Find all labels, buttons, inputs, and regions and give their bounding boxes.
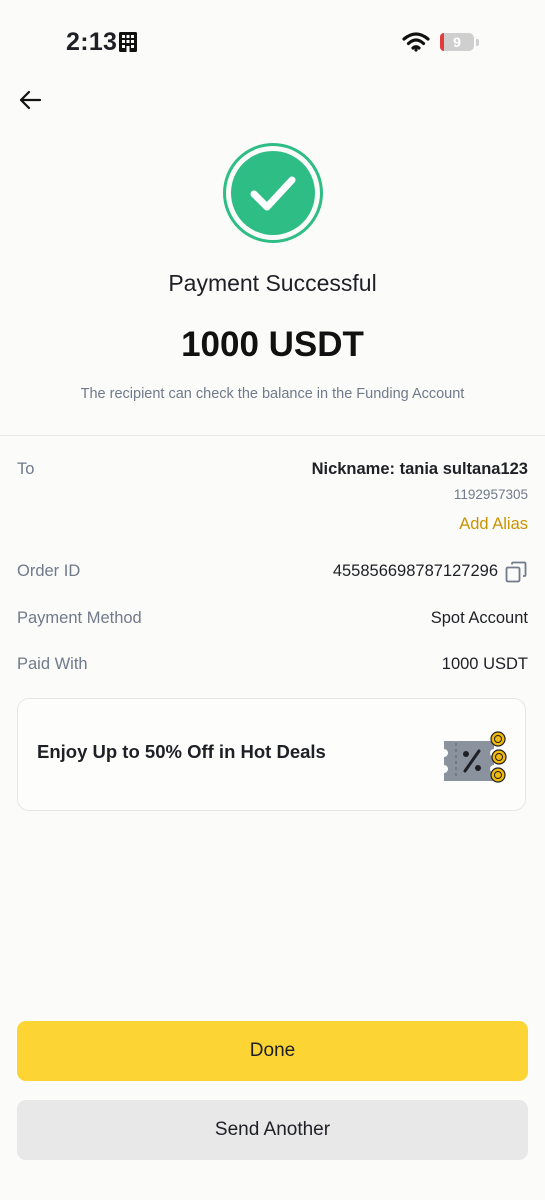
divider (0, 435, 545, 436)
to-label: To (17, 460, 35, 478)
payment-amount: 1000 USDT (181, 325, 364, 364)
payment-subtitle: The recipient can check the balance in t… (80, 386, 465, 402)
paid-with-value: 1000 USDT (441, 655, 528, 673)
arrow-left-icon[interactable] (18, 89, 42, 111)
building-icon (119, 32, 137, 52)
order-id-label: Order ID (17, 562, 81, 580)
coupon-icon (444, 731, 507, 783)
promo-text: Enjoy Up to 50% Off in Hot Deals (37, 741, 326, 762)
send-another-button[interactable]: Send Another (17, 1100, 528, 1160)
order-id-value: 455856698787127296 (332, 562, 498, 580)
promo-banner[interactable]: Enjoy Up to 50% Off in Hot Deals (17, 698, 526, 811)
wifi-icon (402, 32, 430, 52)
payment-method-value: Spot Account (430, 609, 528, 627)
recipient-uid: 1192957305 (453, 487, 528, 502)
battery-percent: 9 (453, 34, 461, 50)
paid-with-label: Paid With (17, 655, 88, 673)
status-bar: 2:13 9 (0, 0, 545, 84)
payment-status-title: Payment Successful (168, 270, 377, 296)
copy-icon[interactable] (505, 561, 527, 583)
check-circle-icon (223, 143, 323, 243)
status-time: 2:13 (66, 28, 118, 56)
battery-icon: 9 (440, 33, 474, 51)
battery-tip (476, 39, 479, 46)
add-alias-link[interactable]: Add Alias (459, 515, 528, 534)
recipient-nickname: Nickname: tania sultana123 (311, 460, 528, 478)
done-button[interactable]: Done (17, 1021, 528, 1081)
payment-method-label: Payment Method (17, 609, 142, 627)
